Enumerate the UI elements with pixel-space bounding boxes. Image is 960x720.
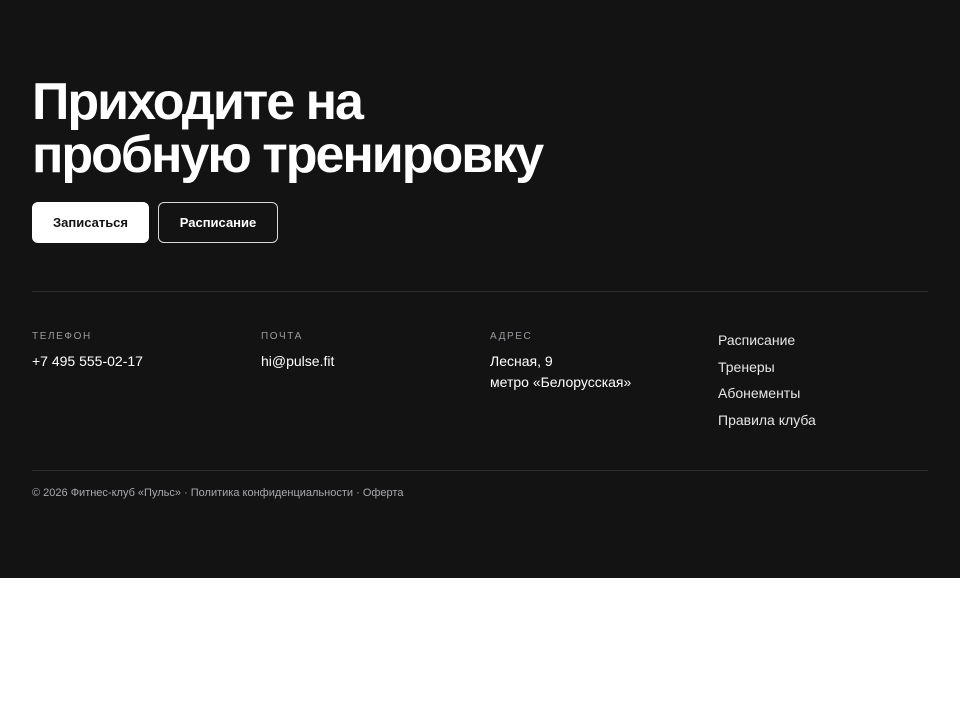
phone-label: ТЕЛЕФОН [32, 331, 92, 342]
address-contact: АДРЕС Лесная, 9 метро «Белорусская» [490, 331, 710, 393]
phone-contact: ТЕЛЕФОН +7 495 555-02-17 [32, 331, 252, 372]
cta-heading: Приходите на пробную тренировку [32, 76, 732, 182]
email-contact: ПОЧТА hi@pulse.fit [261, 331, 481, 372]
signup-button[interactable]: Записаться [32, 202, 149, 243]
copyright-text: © 2026 Фитнес-клуб «Пульс» [32, 487, 181, 499]
divider [32, 291, 928, 292]
privacy-policy-link[interactable]: Политика конфиденциальности [191, 487, 353, 499]
divider [32, 470, 928, 471]
nav-link-schedule[interactable]: Расписание [718, 330, 816, 357]
email-label: ПОЧТА [261, 331, 303, 342]
nav-link-memberships[interactable]: Абонементы [718, 383, 816, 410]
footer-section: Приходите на пробную тренировку Записать… [0, 0, 960, 578]
legal-separator: · [353, 487, 363, 499]
legal-line: © 2026 Фитнес-клуб «Пульс» · Политика ко… [32, 486, 403, 500]
footer-nav: Расписание Тренеры Абонементы Правила кл… [718, 330, 816, 437]
phone-link[interactable]: +7 495 555-02-17 [32, 353, 143, 369]
schedule-button[interactable]: Расписание [158, 202, 278, 243]
cta-heading-line-2: пробную тренировку [32, 126, 544, 184]
nav-link-club-rules[interactable]: Правила клуба [718, 410, 816, 437]
cta-heading-line-1: Приходите на [32, 73, 364, 131]
nav-link-trainers[interactable]: Тренеры [718, 357, 816, 384]
address-label: АДРЕС [490, 331, 533, 342]
offer-link[interactable]: Оферта [363, 487, 404, 499]
email-link[interactable]: hi@pulse.fit [261, 353, 334, 369]
address-street: Лесная, 9 [490, 353, 553, 369]
legal-separator: · [180, 487, 191, 499]
address-metro: метро «Белорусская» [490, 374, 632, 390]
